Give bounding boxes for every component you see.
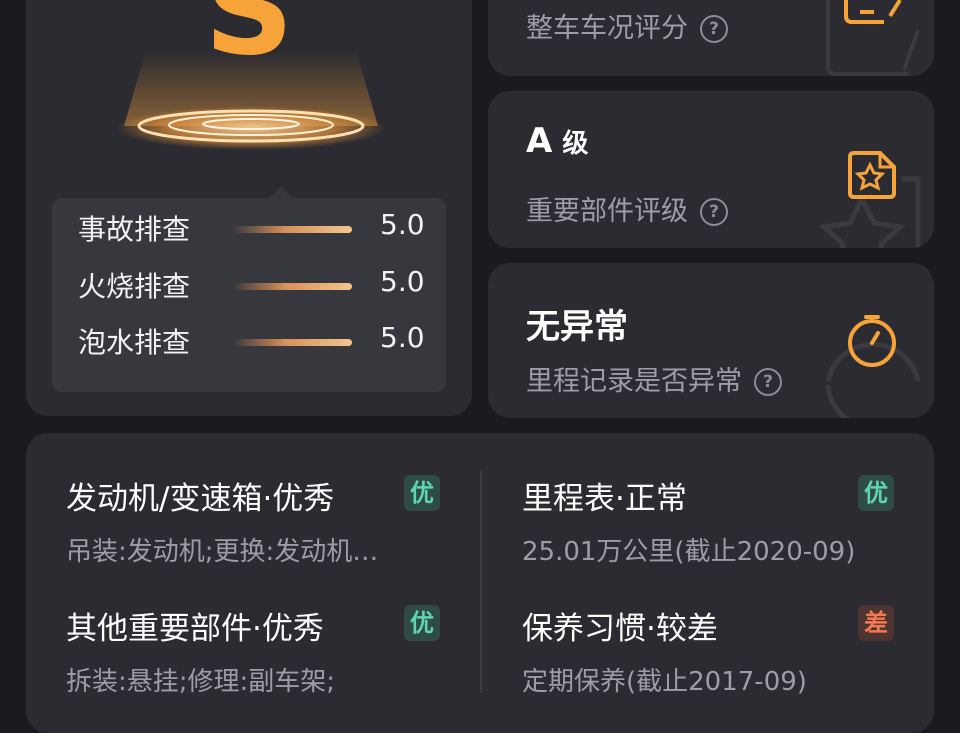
star-document-icon [818,151,921,248]
card-subtitle: 重要部件评级 [526,196,688,227]
check-score-bar [232,283,352,290]
status-badge: 优 [404,475,440,511]
card-subtitle: 整车车况评分 [526,13,688,44]
overall-grade-letter: S [204,0,294,83]
key-parts-rating-card[interactable]: A级 重要部件评级? [488,91,934,248]
help-icon[interactable]: ? [700,198,728,226]
card-subtitle: 里程记录是否异常 [526,366,742,397]
check-label: 泡水排查 [78,326,191,359]
detail-description: 吊装:发动机;更换:发动机… [66,537,379,567]
mileage-status: 无异常 [526,307,628,347]
help-icon[interactable]: ? [754,368,782,396]
edit-document-icon [826,0,920,76]
overall-grade-card: S 事故排查 5.0 火烧排查 5.0 泡水排查 5.0 [26,0,472,416]
help-icon[interactable]: ? [700,15,728,43]
check-score: 5.0 [380,265,425,298]
status-badge: 优 [404,605,440,641]
status-badge: 优 [858,475,894,511]
detail-description: 拆装:悬挂;修理:副车架; [66,667,336,697]
detail-description: 定期保养(截止2017-09) [522,667,807,697]
check-score-bar [232,226,352,233]
check-label: 火烧排查 [78,270,191,303]
safety-checks-panel: 事故排查 5.0 火烧排查 5.0 泡水排查 5.0 [52,187,446,392]
check-label: 事故排查 [78,213,191,246]
check-score: 5.0 [380,208,425,241]
timer-icon [825,315,921,418]
detail-title: 其他重要部件·优秀 [66,611,324,647]
check-score-bar [232,339,352,346]
check-row-accident: 事故排查 5.0 [52,198,446,254]
mileage-record-card[interactable]: 无异常 里程记录是否异常? [488,263,934,418]
rating-unit: 级 [562,129,589,159]
detail-title: 保养习惯·较差 [522,611,718,647]
rating-value: A [526,121,553,161]
check-row-flood: 泡水排查 5.0 [52,311,446,367]
detail-title: 里程表·正常 [522,481,687,517]
status-badge: 差 [858,605,894,641]
detail-title: 发动机/变速箱·优秀 [66,481,335,517]
detail-description: 25.01万公里(截止2020-09) [522,537,856,567]
check-score: 5.0 [380,321,425,354]
column-divider [480,471,482,693]
panel-pointer [269,187,293,198]
check-row-fire: 火烧排查 5.0 [52,255,446,311]
inspection-details-card: 发动机/变速箱·优秀 优 吊装:发动机;更换:发动机… 里程表·正常 优 25.… [26,433,934,733]
vehicle-score-card[interactable]: 整车车况评分? [488,0,934,76]
